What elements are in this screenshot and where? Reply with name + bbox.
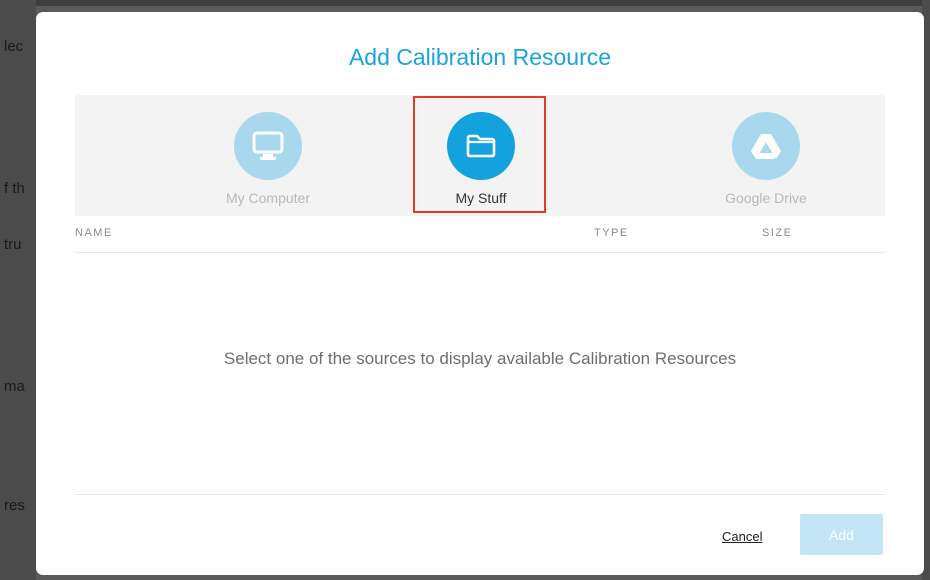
- header-divider: [75, 252, 885, 253]
- footer-divider: [75, 494, 885, 495]
- background-page-left: lec f th tru ma res: [0, 0, 36, 580]
- background-text: res: [4, 497, 25, 514]
- column-header-name[interactable]: NAME: [75, 227, 113, 239]
- google-drive-icon: [732, 112, 800, 180]
- source-label: My Stuff: [455, 190, 507, 206]
- background-text: f th: [4, 180, 25, 197]
- add-calibration-resource-dialog: Add Calibration Resource My Computer My …: [36, 12, 924, 575]
- source-google-drive[interactable]: Google Drive: [700, 95, 832, 216]
- dialog-title: Add Calibration Resource: [348, 44, 612, 70]
- add-button[interactable]: Add: [800, 514, 883, 555]
- cancel-button[interactable]: Cancel: [722, 529, 762, 544]
- folder-icon: [447, 112, 515, 180]
- column-header-size[interactable]: SIZE: [762, 227, 792, 239]
- background-text: tru: [4, 236, 22, 253]
- background-top: [0, 0, 930, 6]
- column-header-type[interactable]: TYPE: [594, 227, 629, 239]
- empty-state-message: Select one of the sources to display ava…: [223, 349, 737, 368]
- monitor-icon: [234, 112, 302, 180]
- background-text: lec: [4, 38, 24, 55]
- source-label: My Computer: [225, 190, 311, 206]
- source-selector: My Computer My Stuff Google Drive: [75, 95, 885, 216]
- source-label: Google Drive: [725, 190, 807, 206]
- background-text: ma: [4, 378, 25, 395]
- source-my-computer[interactable]: My Computer: [202, 95, 334, 216]
- source-my-stuff[interactable]: My Stuff: [415, 95, 547, 216]
